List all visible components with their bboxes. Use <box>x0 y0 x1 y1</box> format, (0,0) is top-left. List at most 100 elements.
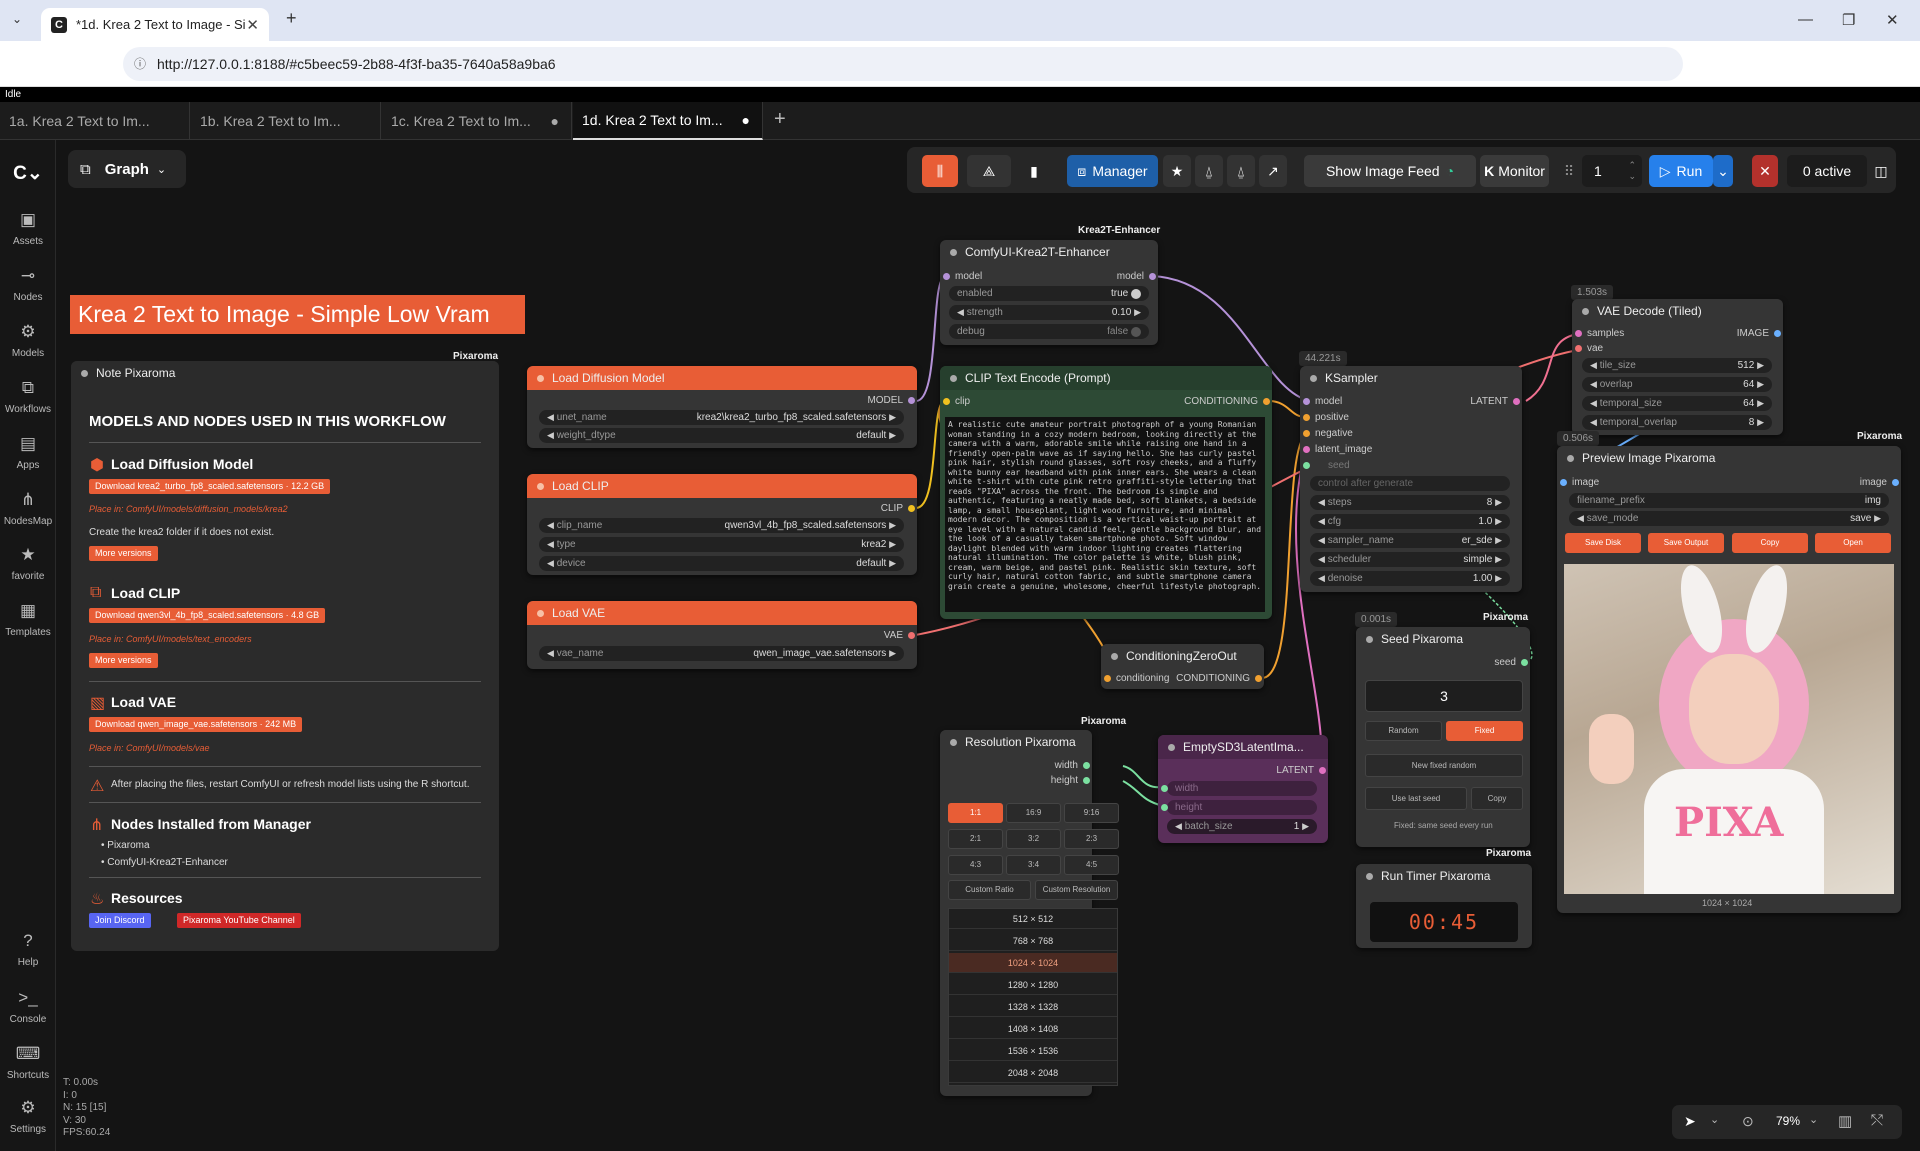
zoom-level[interactable]: 79% <box>1776 1114 1800 1128</box>
ratio-button-2-3[interactable]: 2:3 <box>1064 829 1119 849</box>
pointer-tool-icon[interactable]: ➤ <box>1684 1113 1696 1130</box>
comfy-logo-icon[interactable]: C⌄ <box>0 162 56 191</box>
input-dot[interactable] <box>1303 430 1310 437</box>
output-dot[interactable] <box>908 632 915 639</box>
fixed-seed-button[interactable]: Fixed <box>1446 721 1523 741</box>
custom-resolution-button[interactable]: Custom Resolution <box>1035 880 1118 900</box>
denoise-widget[interactable]: ◀ denoise 1.00 ▶ <box>1310 571 1510 586</box>
input-dot[interactable] <box>1104 675 1111 682</box>
tile-size-widget[interactable]: ◀ tile_size 512 ▶ <box>1582 358 1772 373</box>
ratio-button-1-1[interactable]: 1:1 <box>948 803 1003 823</box>
more-versions-button[interactable]: More versions <box>89 653 158 668</box>
sidebar-item-favorite[interactable]: ★ favorite <box>0 545 56 582</box>
star-button[interactable]: ★ <box>1163 155 1191 187</box>
preview-image-node[interactable]: Preview Image Pixaroma image image filen… <box>1557 446 1901 913</box>
tab-workflow-1a[interactable]: 1a. Krea 2 Text to Im... <box>0 102 190 140</box>
prompt-textarea[interactable]: A realistic cute amateur portrait photog… <box>945 417 1265 612</box>
run-timer-node[interactable]: Run Timer Pixaroma 00:45 <box>1356 864 1532 948</box>
ratio-button-4-5[interactable]: 4:5 <box>1064 855 1119 875</box>
clip-type-widget[interactable]: ◀ type krea2 ▶ <box>539 537 904 552</box>
weight-dtype-widget[interactable]: ◀ weight_dtype default ▶ <box>539 428 904 443</box>
restore-icon[interactable]: ❐ <box>1842 11 1855 29</box>
sidebar-item-nodes[interactable]: ⊸ Nodes <box>0 266 56 303</box>
minimap-icon[interactable]: ▥ <box>1838 1112 1852 1130</box>
sidebar-item-workflows[interactable]: ⧉ Workflows <box>0 378 56 415</box>
site-info-icon[interactable]: ⓘ <box>134 55 146 72</box>
empty-sd3-latent-node[interactable]: EmptySD3LatentIma... LATENT width height… <box>1158 735 1328 843</box>
close-window-icon[interactable]: ✕ <box>1886 11 1899 29</box>
debug-toggle[interactable]: debug false <box>949 324 1149 339</box>
sidebar-item-help[interactable]: ? Help <box>0 931 56 968</box>
open-button[interactable]: Open <box>1815 533 1891 553</box>
output-dot[interactable] <box>908 397 915 404</box>
save-mode-widget[interactable]: ◀ save_mode save ▶ <box>1569 511 1889 526</box>
input-dot[interactable] <box>1560 479 1567 486</box>
pixaroma-bars-button[interactable]: ⫼ <box>922 155 958 187</box>
seed-value-display[interactable]: 3 <box>1365 680 1523 712</box>
output-dot[interactable] <box>1083 777 1090 784</box>
overlap-widget[interactable]: ◀ overlap 64 ▶ <box>1582 377 1772 392</box>
resolution-option[interactable]: 768 × 768 <box>949 931 1117 951</box>
output-dot[interactable] <box>1892 479 1899 486</box>
note-pixaroma-node[interactable]: Note Pixaroma MODELS AND NODES USED IN T… <box>71 361 499 951</box>
download-link[interactable]: Download krea2_turbo_fp8_scaled.safetens… <box>89 479 331 494</box>
krea2t-enhancer-node[interactable]: ComfyUI-Krea2T-Enhancer model model enab… <box>940 240 1158 345</box>
tab-search-icon[interactable]: ⌄ <box>12 12 22 26</box>
output-dot[interactable] <box>1255 675 1262 682</box>
clip-device-widget[interactable]: ◀ device default ▶ <box>539 556 904 571</box>
chevron-down-icon[interactable]: ⌄ <box>1710 1113 1719 1126</box>
load-diffusion-node[interactable]: Load Diffusion Model MODEL ◀ unet_name kr… <box>527 366 917 448</box>
input-dot[interactable] <box>1303 398 1310 405</box>
sidebar-item-nodesmap[interactable]: ⋔ NodesMap <box>0 490 56 527</box>
input-dot[interactable] <box>1303 414 1310 421</box>
browser-tab[interactable]: C *1d. Krea 2 Text to Image - Simp ✕ <box>41 8 269 41</box>
resolution-option[interactable]: 1536 × 1536 <box>949 1041 1117 1061</box>
save-disk-button[interactable]: Save Disk <box>1565 533 1641 553</box>
fit-view-icon[interactable]: ⊙ <box>1742 1113 1754 1130</box>
filename-prefix-widget[interactable]: filename_prefix img <box>1569 493 1889 508</box>
new-fixed-random-button[interactable]: New fixed random <box>1365 754 1523 777</box>
strength-widget[interactable]: ◀ strength 0.10 ▶ <box>949 305 1149 320</box>
input-dot[interactable] <box>1575 330 1582 337</box>
output-dot[interactable] <box>1263 398 1270 405</box>
clip-name-widget[interactable]: ◀ clip_name qwen3vl_4b_fp8_scaled.safeten… <box>539 518 904 533</box>
close-tab-icon[interactable]: ✕ <box>246 16 259 34</box>
copy-button[interactable]: Copy <box>1732 533 1808 553</box>
minimize-icon[interactable]: — <box>1798 11 1813 28</box>
temporal-size-widget[interactable]: ◀ temporal_size 64 ▶ <box>1582 396 1772 411</box>
enabled-toggle[interactable]: enabled true <box>949 286 1149 301</box>
sidebar-item-assets[interactable]: ▣ Assets <box>0 210 56 247</box>
ratio-button-3-2[interactable]: 3:2 <box>1006 829 1061 849</box>
sidebar-item-models[interactable]: ⚙ Models <box>0 322 56 359</box>
output-dot[interactable] <box>908 505 915 512</box>
stop-button[interactable]: ✕ <box>1752 155 1778 187</box>
run-options-button[interactable]: ⌄ <box>1713 155 1733 187</box>
address-bar[interactable]: ⓘ http://127.0.0.1:8188/#c5beec59-2b88-4… <box>123 47 1683 81</box>
resolution-option[interactable]: 1408 × 1408 <box>949 1019 1117 1039</box>
sidebar-item-settings[interactable]: ⚙ Settings <box>0 1098 56 1135</box>
sampler-widget[interactable]: ◀ sampler_name er_sde ▶ <box>1310 533 1510 548</box>
graph-menu-button[interactable]: ⧉ Graph ⌄ <box>68 150 186 188</box>
tab-workflow-1c[interactable]: 1c. Krea 2 Text to Im... ● <box>382 102 572 140</box>
image-feed-button[interactable]: Show Image Feed ◔ <box>1304 155 1476 187</box>
input-dot[interactable] <box>1303 446 1310 453</box>
output-dot[interactable] <box>1149 273 1156 280</box>
vae-decode-node[interactable]: VAE Decode (Tiled) samples vae IMAGE ◀ t… <box>1572 299 1783 435</box>
vae-name-widget[interactable]: ◀ vae_name qwen_image_vae.safetensors ▶ <box>539 646 904 661</box>
manager-button[interactable]: ⧈ Manager <box>1067 155 1158 187</box>
ratio-button-16-9[interactable]: 16:9 <box>1006 803 1061 823</box>
discord-button[interactable]: Join Discord <box>89 913 151 928</box>
tool-b-button[interactable]: ⍙ <box>1227 155 1255 187</box>
panel-toggle-icon[interactable]: ◫ <box>1870 155 1892 187</box>
tab-workflow-1b[interactable]: 1b. Krea 2 Text to Im... <box>191 102 381 140</box>
tab-workflow-1d[interactable]: 1d. Krea 2 Text to Im... ● <box>573 102 763 140</box>
load-clip-node[interactable]: Load CLIP CLIP ◀ clip_name qwen3vl_4b_fp8… <box>527 474 917 575</box>
drag-handle-icon[interactable]: ⠿ <box>1561 155 1577 187</box>
download-link[interactable]: Download qwen_image_vae.safetensors · 24… <box>89 717 303 732</box>
sidebar-item-console[interactable]: >_ Console <box>0 988 56 1025</box>
conditioning-zero-out-node[interactable]: ConditioningZeroOut conditioning CONDITI… <box>1101 644 1264 689</box>
ratio-button-9-16[interactable]: 9:16 <box>1064 803 1119 823</box>
youtube-button[interactable]: Pixaroma YouTube Channel <box>177 913 301 928</box>
run-button[interactable]: ▷ Run <box>1649 155 1713 187</box>
use-last-seed-button[interactable]: Use last seed <box>1365 787 1467 810</box>
